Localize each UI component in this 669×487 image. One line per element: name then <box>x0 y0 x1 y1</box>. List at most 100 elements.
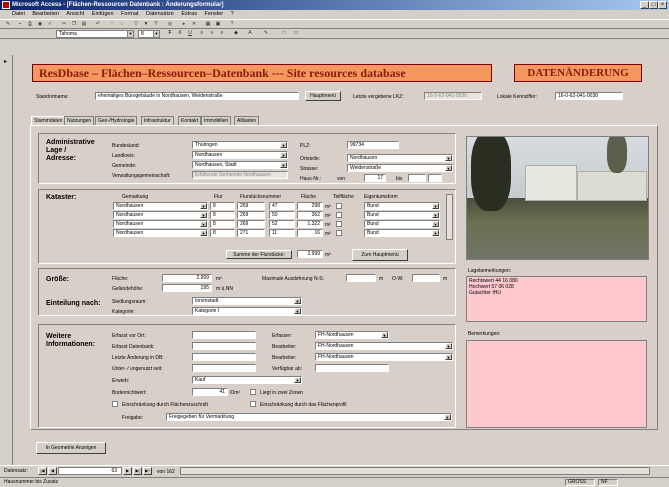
hausnr-zusatz-field[interactable] <box>428 174 442 182</box>
menu-einfuegen[interactable]: Einfügen <box>92 11 114 17</box>
tab-infrastruktur[interactable]: Infrastruktur <box>141 116 174 125</box>
undo-icon[interactable]: ↶ <box>94 21 102 28</box>
flurstueck-field[interactable]: 271 <box>237 229 265 237</box>
first-record-button[interactable]: |◀ <box>38 467 47 475</box>
strasse-select[interactable]: Weidenstraße ▼ <box>347 164 453 172</box>
flur-field[interactable]: 8 <box>210 229 235 237</box>
save-icon[interactable]: ▪ <box>16 21 24 28</box>
flurstueck-nenner-field[interactable]: 47 <box>269 202 295 210</box>
apply-filter-icon[interactable]: Y <box>152 21 160 28</box>
tab-kontakt[interactable]: Kontakt <box>178 116 201 125</box>
menu-datensaetze[interactable]: Datensätze <box>146 11 174 17</box>
record-number-field[interactable]: 63 <box>58 467 122 475</box>
bearbeiter-1-select[interactable]: FH-Nordhausen ▼ <box>315 342 453 350</box>
zum-hauptmenu-button[interactable]: Zum Hauptmenü <box>352 249 408 261</box>
tab-geo-hydrologie[interactable]: Geo-/Hydrologie <box>95 116 138 125</box>
next-record-button[interactable]: ▶ <box>123 467 132 475</box>
preview-icon[interactable]: ◉ <box>36 21 44 28</box>
print-icon[interactable]: ⎙ <box>26 21 34 28</box>
font-color-icon[interactable]: A <box>246 30 254 37</box>
verfuegbar-field[interactable] <box>315 364 389 372</box>
sort-desc-icon[interactable]: ↓ <box>118 21 126 28</box>
database-window-icon[interactable]: ▦ <box>204 21 212 28</box>
flurstueck-field[interactable]: 269 <box>237 211 265 219</box>
bundesland-select[interactable]: Thüringen ▼ <box>192 141 288 149</box>
kataster-scrollbar[interactable] <box>446 194 453 240</box>
zwei-zonen-checkbox[interactable] <box>250 389 256 395</box>
einschraenkung-zuschnitt-checkbox[interactable] <box>112 401 118 407</box>
menu-bearbeiten[interactable]: Bearbeiten <box>32 11 59 17</box>
help-icon[interactable]: ? <box>228 21 236 28</box>
prev-record-button[interactable]: ◀ <box>48 467 57 475</box>
gemarkung-select[interactable]: Nordhausen ▼ <box>113 211 208 219</box>
sort-asc-icon[interactable]: ↑ <box>108 21 116 28</box>
geometrie-anzeigen-button[interactable]: In Geometrie Anzeigen <box>36 442 106 454</box>
erfasst-ort-field[interactable] <box>192 331 256 339</box>
line-color-icon[interactable]: ✎ <box>262 30 270 37</box>
view-icon[interactable]: ✎ <box>4 21 12 28</box>
flaeche-field[interactable]: 362 <box>297 211 323 219</box>
font-name-select[interactable]: Tahoma ▼ <box>56 30 134 38</box>
teilflaeche-checkbox[interactable] <box>336 203 342 209</box>
cut-icon[interactable]: ✂ <box>60 21 68 28</box>
minimize-button[interactable]: _ <box>640 1 649 9</box>
standort-field[interactable]: ehemaliges Bürogebäude in Nordhausen, We… <box>95 92 299 100</box>
flaeche-field[interactable]: 1.322 <box>297 220 323 228</box>
teilflaeche-checkbox[interactable] <box>336 212 342 218</box>
menu-help[interactable]: ? <box>231 11 234 17</box>
flurstueck-nenner-field[interactable]: 52 <box>269 220 295 228</box>
menu-ansicht[interactable]: Ansicht <box>66 11 84 17</box>
close-button[interactable]: × <box>658 1 667 9</box>
find-icon[interactable]: ◎ <box>166 21 174 28</box>
eigentumsform-select[interactable]: Bund ▼ <box>364 220 440 228</box>
eigentumsform-select[interactable]: Bund ▼ <box>364 229 440 237</box>
last-record-button[interactable]: ▶| <box>133 467 142 475</box>
erfasser-select[interactable]: FH-Nordhausen ▼ <box>315 331 389 339</box>
menu-datei[interactable]: Datei <box>12 11 25 17</box>
gemarkung-select[interactable]: Nordhausen ▼ <box>113 220 208 228</box>
filter-form-icon[interactable]: ▼ <box>142 21 150 28</box>
teilflaeche-checkbox[interactable] <box>336 221 342 227</box>
font-size-select[interactable]: 8 ▼ <box>138 30 160 38</box>
delete-record-icon[interactable]: ✕ <box>190 21 198 28</box>
gemarkung-select[interactable]: Nordhausen ▼ <box>113 229 208 237</box>
horizontal-scrollbar[interactable] <box>180 467 650 475</box>
align-left-icon[interactable]: ≡ <box>198 30 206 37</box>
eigentumsform-select[interactable]: Bund ▼ <box>364 211 440 219</box>
tab-nutzungen[interactable]: Nutzungen <box>64 116 95 125</box>
bemerkungen-field[interactable] <box>466 340 647 428</box>
tab-immobilien[interactable]: Immobilien <box>201 116 232 125</box>
paste-icon[interactable]: ▤ <box>80 21 88 28</box>
filter-icon[interactable]: ▽ <box>132 21 140 28</box>
bodenrichtwert-field[interactable]: 41 <box>192 388 228 396</box>
einschraenkung-profil-checkbox[interactable] <box>250 401 256 407</box>
flur-field[interactable]: 8 <box>210 211 235 219</box>
lokale-kennziffer-field[interactable]: 16-0-62-041-0030 <box>555 92 623 100</box>
lagebemerkungen-field[interactable]: Rechtswert 44 16 080 Hochwert 57 06 028 … <box>466 276 647 322</box>
letzte-aenderung-field[interactable] <box>192 353 256 361</box>
fill-color-icon[interactable]: ◆ <box>232 30 240 37</box>
siedlungsraum-select[interactable]: Innenstadt ▼ <box>192 297 302 305</box>
menu-format[interactable]: Format <box>121 11 138 17</box>
menu-fenster[interactable]: Fenster <box>204 11 223 17</box>
ausdehnung-ow-field[interactable] <box>412 274 440 282</box>
flurstueck-nenner-field[interactable]: 11 <box>269 229 295 237</box>
flaeche-field[interactable]: 16 <box>297 229 323 237</box>
underline-button[interactable]: U <box>186 30 194 37</box>
bearbeiter-2-select[interactable]: FH-Nordhausen ▼ <box>315 353 453 361</box>
bold-button[interactable]: F <box>166 30 174 37</box>
ortsteile-select[interactable]: Nordhausen ▼ <box>347 154 453 162</box>
gelaendehoehe-field[interactable]: 195 <box>162 284 212 292</box>
flurstueck-field[interactable]: 269 <box>237 202 265 210</box>
freigabe-select[interactable]: Freigegeben für Vermarktung ▼ <box>166 413 452 421</box>
maximize-button[interactable]: □ <box>649 1 658 9</box>
ungenutzt-field[interactable] <box>192 364 256 372</box>
kategorie-select[interactable]: Kategorie I ▼ <box>192 307 302 315</box>
special-effect-icon[interactable]: ▭ <box>292 30 300 37</box>
spellcheck-icon[interactable]: ✓ <box>46 21 54 28</box>
new-record-icon[interactable]: ▸ <box>180 21 188 28</box>
flur-field[interactable]: 8 <box>210 202 235 210</box>
italic-button[interactable]: K <box>176 30 184 37</box>
hausnr-bis-field[interactable] <box>408 174 426 182</box>
copy-icon[interactable]: ❐ <box>70 21 78 28</box>
